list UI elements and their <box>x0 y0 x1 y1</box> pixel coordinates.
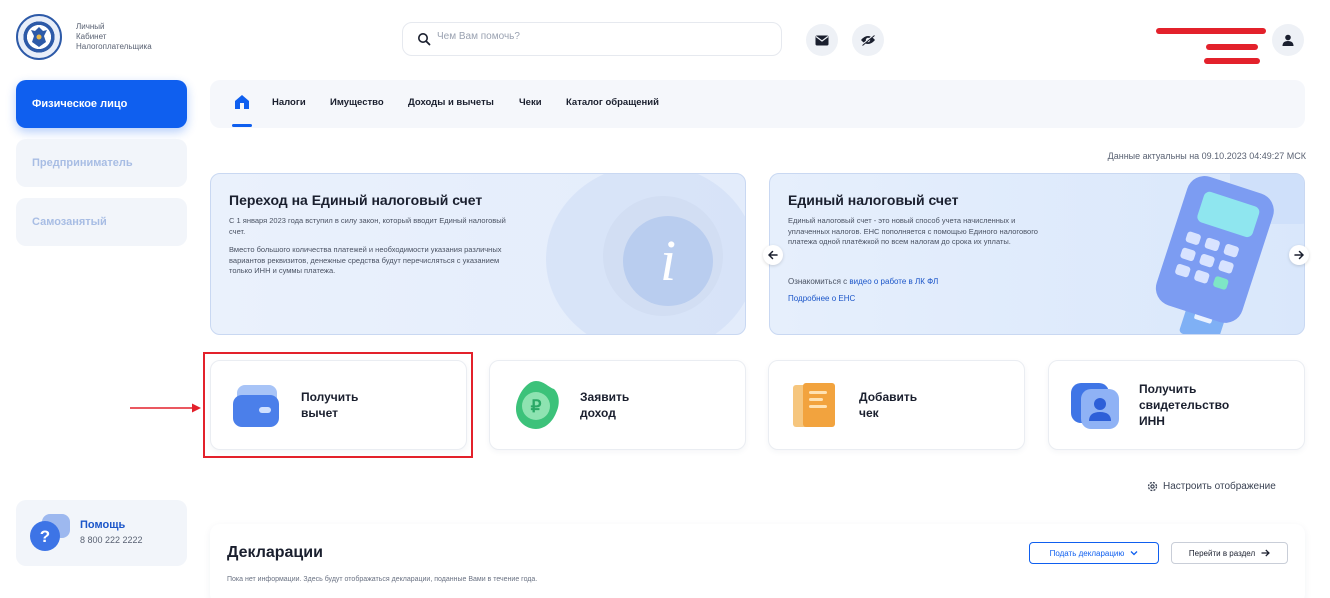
svg-text:?: ? <box>40 527 50 546</box>
card-label-line: ИНН <box>1139 414 1165 428</box>
sidebar-item-label: Предприниматель <box>32 157 133 169</box>
svg-text:₽: ₽ <box>531 397 542 416</box>
file-declaration-button[interactable]: Подать декларацию <box>1029 542 1159 564</box>
profile-button[interactable] <box>1272 24 1304 56</box>
file-declaration-label: Подать декларацию <box>1049 548 1125 558</box>
carousel-prev-button[interactable] <box>763 245 783 265</box>
card-label: Заявить доход <box>580 389 629 421</box>
sidebar-item-label: Самозанятый <box>32 216 107 228</box>
sidebar-item-entrepreneur[interactable]: Предприниматель <box>16 139 187 187</box>
go-to-section-label: Перейти в раздел <box>1188 548 1256 558</box>
fns-logo[interactable] <box>16 14 62 60</box>
card-label: Получить свидетельство ИНН <box>1139 381 1229 429</box>
sidebar-item-self-employed[interactable]: Самозанятый <box>16 198 187 246</box>
user-icon <box>1282 34 1294 46</box>
payment-terminal-illustration <box>1155 174 1304 334</box>
help-phone[interactable]: 8 800 222 2222 <box>80 535 143 545</box>
banner-text: С 1 января 2023 года вступил в силу зако… <box>229 216 519 285</box>
more-about-ens-link[interactable]: Подробнее о ЕНС <box>788 294 855 303</box>
tab-income-deductions[interactable]: Доходы и вычеты <box>408 97 494 108</box>
user-name-redacted <box>1150 26 1270 66</box>
logo-line-3: Налогоплательщика <box>76 42 152 51</box>
arrow-right-icon <box>130 403 201 413</box>
home-icon[interactable] <box>234 94 250 110</box>
data-actuality-timestamp: Данные актуальны на 09.10.2023 04:49:27 … <box>1107 151 1306 161</box>
video-link[interactable]: видео о работе в ЛК ФЛ <box>849 277 938 286</box>
id-card-icon <box>1071 383 1119 429</box>
receipt-icon <box>793 383 835 427</box>
search-input[interactable] <box>437 31 767 42</box>
tab-property[interactable]: Имущество <box>330 97 384 108</box>
add-receipt-card[interactable]: Добавить чек <box>768 360 1025 450</box>
help-title: Помощь <box>80 519 126 531</box>
banner-title: Единый налоговый счет <box>788 192 959 208</box>
declarations-section: Декларации Пока нет информации. Здесь бу… <box>210 524 1305 598</box>
eye-off-icon <box>861 34 875 46</box>
hide-sums-button[interactable] <box>852 24 884 56</box>
info-icon: i <box>623 216 713 306</box>
ens-info-banner[interactable]: Единый налоговый счет Единый налоговый с… <box>769 173 1305 335</box>
banner-paragraph: С 1 января 2023 года вступил в силу зако… <box>229 216 506 236</box>
search-box[interactable] <box>402 22 782 56</box>
get-inn-certificate-card[interactable]: Получить свидетельство ИНН <box>1048 360 1305 450</box>
logo-line-1: Личный <box>76 22 105 31</box>
highlight-frame <box>203 352 473 458</box>
help-widget[interactable]: ? Помощь 8 800 222 2222 <box>16 500 187 566</box>
eagle-emblem-icon <box>31 27 47 47</box>
arrow-left-icon <box>768 250 778 260</box>
section-title: Декларации <box>227 544 323 561</box>
logo-line-2: Кабинет <box>76 32 107 41</box>
card-label-line: чек <box>859 406 879 420</box>
video-intro: Ознакомиться с видео о работе в ЛК ФЛ <box>788 277 938 286</box>
redaction-mark <box>1204 58 1260 64</box>
card-label: Добавить чек <box>859 389 917 421</box>
ruble-coin-icon: ₽ <box>516 381 559 429</box>
banner-paragraph: Вместо большого количества платежей и не… <box>229 245 502 275</box>
chevron-down-icon <box>1130 551 1138 556</box>
redaction-mark <box>1206 44 1258 50</box>
sidebar-item-label: Физическое лицо <box>32 98 128 110</box>
video-intro-prefix: Ознакомиться с <box>788 277 850 286</box>
header: Личный Кабинет Налогоплательщика <box>0 0 1330 78</box>
help-question-icon: ? <box>30 514 70 551</box>
main-nav: Налоги Имущество Доходы и вычеты Чеки Ка… <box>210 80 1305 128</box>
active-tab-indicator <box>232 124 252 127</box>
card-label-line: Заявить <box>580 390 630 404</box>
go-to-section-button[interactable]: Перейти в раздел <box>1171 542 1288 564</box>
declare-income-card[interactable]: ₽ Заявить доход <box>489 360 746 450</box>
tab-receipts[interactable]: Чеки <box>519 97 542 108</box>
arrow-right-icon <box>1294 250 1304 260</box>
ens-transition-banner[interactable]: i Переход на Единый налоговый счет С 1 я… <box>210 173 746 335</box>
search-icon <box>418 33 431 46</box>
configure-display-button[interactable]: Настроить отображение <box>1147 481 1276 492</box>
arrow-right-icon <box>1261 549 1270 557</box>
messages-button[interactable] <box>806 24 838 56</box>
gear-icon <box>1147 481 1158 492</box>
tab-requests-catalog[interactable]: Каталог обращений <box>566 97 659 108</box>
card-label-line: Добавить <box>859 390 918 404</box>
banner-text: Единый налоговый счет - это новый способ… <box>788 216 1038 246</box>
card-label-line: Получить <box>1139 382 1197 396</box>
tab-taxes[interactable]: Налоги <box>272 97 306 108</box>
carousel-next-button[interactable] <box>1289 245 1309 265</box>
mail-icon <box>815 35 829 45</box>
empty-state-text: Пока нет информации. Здесь будут отображ… <box>227 576 538 583</box>
configure-display-label: Настроить отображение <box>1163 481 1276 492</box>
redaction-mark <box>1156 28 1266 34</box>
sidebar-item-individual[interactable]: Физическое лицо <box>16 80 187 128</box>
card-label-line: доход <box>580 406 616 420</box>
banner-title: Переход на Единый налоговый счет <box>229 192 483 208</box>
cabinet-title: Личный Кабинет Налогоплательщика <box>76 22 186 52</box>
card-label-line: свидетельство <box>1139 398 1230 412</box>
